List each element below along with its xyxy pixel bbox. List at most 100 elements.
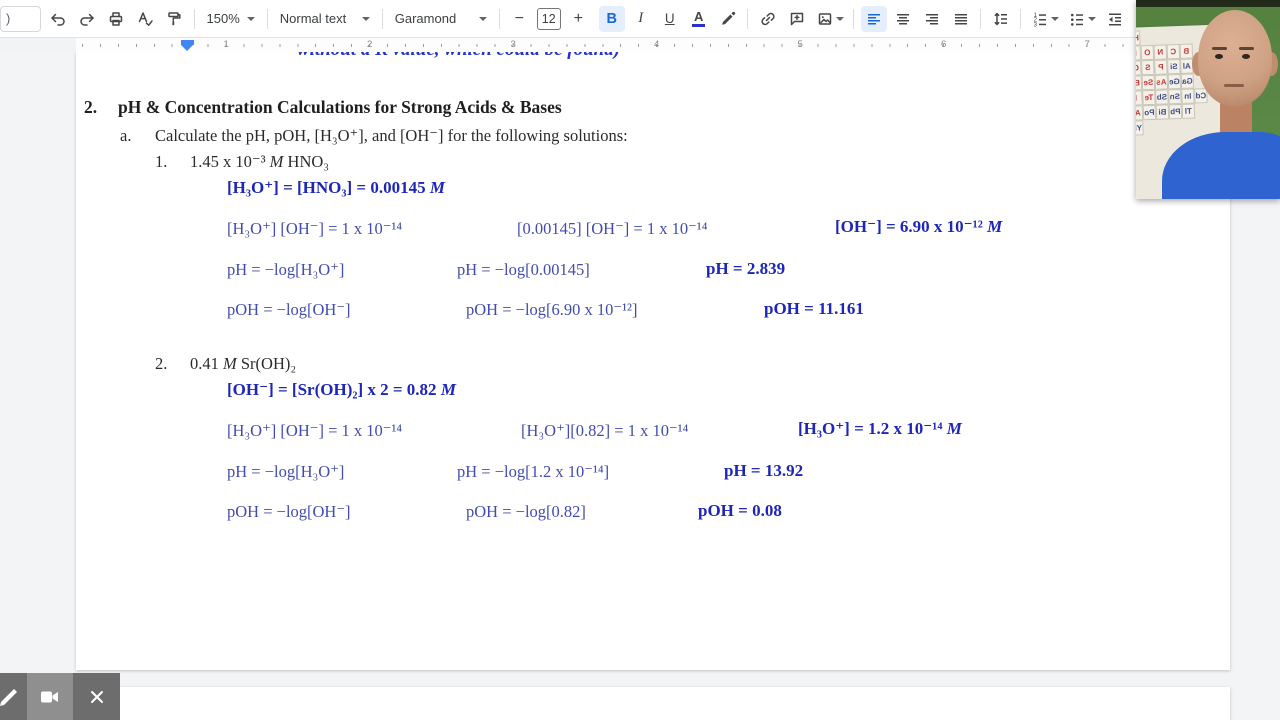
align-center-button[interactable] (890, 6, 916, 32)
doc-text-line: pOH = 11.161 (764, 299, 864, 318)
justify-button[interactable] (948, 6, 974, 32)
periodic-element-cell: Yb (1136, 120, 1144, 136)
presenter-mouth (1224, 84, 1244, 87)
divider (980, 8, 982, 29)
doc-text-line: [OH⁻] = 6.90 x 10⁻¹² M (835, 217, 1003, 236)
print-button[interactable] (103, 6, 129, 32)
paint-format-button[interactable] (161, 6, 187, 32)
insert-image-icon (818, 12, 831, 25)
periodic-element-cell: He (1136, 30, 1141, 46)
presenter-eye (1215, 54, 1223, 59)
partial-field-text: ) (6, 11, 11, 26)
periodic-element-cell: Te (1142, 89, 1156, 106)
ruler-number: 6 (941, 39, 947, 50)
periodic-element-cell: F (1136, 45, 1142, 61)
highlight-color-icon (721, 11, 735, 25)
highlight-color-button[interactable] (715, 6, 741, 32)
periodic-element-cell: At (1136, 105, 1144, 121)
periodic-element-cell: S (1141, 59, 1155, 76)
line-spacing-button[interactable] (988, 6, 1014, 32)
decrease-indent-button[interactable] (1102, 6, 1128, 32)
font-size-value: 12 (541, 11, 556, 26)
presenter-eyebrow (1239, 47, 1254, 50)
periodic-element-cell: Sn (1168, 88, 1182, 105)
ruler-ticks (82, 44, 1182, 47)
periodic-element-cell: I (1136, 90, 1143, 106)
close-recorder-button[interactable] (73, 673, 120, 720)
doc-text-line: pH = 2.839 (706, 259, 786, 278)
doc-text-line: without a K value, which could be found) (297, 52, 620, 61)
doc-text-line: [H₃O⁺][0.82] = 1 x 10⁻¹⁴ (521, 421, 689, 440)
insert-link-button[interactable] (755, 6, 781, 32)
doc-text-line: 0.41 M Sr(OH)₂ (190, 354, 297, 373)
doc-text-line: pOH = −log[OH⁻] (227, 502, 351, 521)
redo-button[interactable] (74, 6, 100, 32)
paragraph-style-select[interactable]: Normal text (273, 6, 377, 32)
webcam-overlay: HeBCNOFAlSiPSClGaGeAsSeBrCdInSnSbTeITlPb… (1136, 0, 1280, 199)
spellcheck-button[interactable] (132, 6, 158, 32)
italic-button[interactable]: I (628, 6, 654, 32)
bold-button[interactable]: B (598, 5, 625, 32)
align-left-button[interactable] (860, 5, 887, 32)
align-center-icon (896, 13, 909, 24)
periodic-element-cell: Sb (1155, 89, 1169, 105)
periodic-element-cell: Si (1167, 58, 1181, 75)
periodic-element-cell: Bi (1155, 104, 1170, 120)
underline-icon: U (664, 11, 675, 26)
font-select[interactable]: Garamond (388, 6, 494, 32)
periodic-element-cell: Br (1136, 75, 1143, 91)
doc-text-line: [0.00145] [OH⁻] = 1 x 10⁻¹⁴ (517, 219, 708, 238)
plus-icon: + (573, 9, 583, 27)
svg-text:3: 3 (1033, 22, 1037, 28)
indent-marker[interactable] (181, 40, 194, 51)
insert-image-button[interactable] (813, 6, 847, 32)
spellcheck-icon (138, 11, 153, 26)
underline-button[interactable]: U (657, 6, 683, 32)
partial-toolbar-field[interactable]: ) (0, 5, 41, 32)
periodic-element-cell: Se (1141, 74, 1156, 91)
minus-icon: − (514, 9, 524, 27)
numbered-list-icon: 123 (1033, 12, 1046, 28)
doc-text-line: 1. (155, 152, 168, 171)
undo-icon (51, 13, 65, 26)
font-size-input[interactable]: 12 (536, 7, 561, 30)
left-indent-marker[interactable] (181, 45, 193, 51)
document-page[interactable]: without a K value, which could be found)… (76, 52, 1230, 670)
pen-tool-button[interactable] (0, 673, 27, 720)
insert-link-icon (761, 12, 775, 25)
zoom-select[interactable]: 150% (200, 6, 262, 32)
chevron-down-icon (1087, 16, 1096, 21)
presenter-eye (1242, 54, 1250, 59)
decrease-indent-icon (1108, 13, 1121, 25)
doc-text-line: [H₃O⁺] = [HNO₃] = 0.00145 M (227, 178, 445, 197)
divider (193, 8, 195, 29)
undo-button[interactable] (45, 6, 71, 32)
ruler-number: 4 (654, 39, 660, 50)
chevron-down-icon (1050, 16, 1059, 21)
periodic-element-cell: Po (1142, 104, 1157, 121)
presenter-head (1198, 10, 1272, 106)
presenter-eyebrow (1212, 47, 1227, 50)
bulleted-list-button[interactable] (1065, 6, 1099, 32)
ruler-number: 1 (223, 39, 229, 50)
increase-font-size-button[interactable]: + (565, 6, 591, 32)
document-page-next[interactable] (76, 687, 1230, 720)
ruler-number: 3 (510, 39, 516, 50)
add-comment-button[interactable] (784, 6, 810, 32)
numbered-list-button[interactable]: 123 (1028, 6, 1062, 32)
paint-format-icon (168, 11, 181, 25)
doc-text-line: [H₃O⁺] [OH⁻] = 1 x 10⁻¹⁴ (227, 219, 403, 238)
doc-text-line: pH = −log[1.2 x 10⁻¹⁴] (457, 462, 610, 481)
chevron-down-icon (478, 16, 487, 21)
decrease-font-size-button[interactable]: − (506, 6, 532, 32)
divider (853, 8, 855, 29)
doc-text-line: pH = 13.92 (724, 461, 804, 480)
text-color-button[interactable]: A (686, 6, 712, 32)
align-right-button[interactable] (919, 6, 945, 32)
pen-icon (0, 688, 17, 706)
doc-text-line: [H₃O⁺] [OH⁻] = 1 x 10⁻¹⁴ (227, 421, 403, 440)
doc-text-line: pOH = −log[6.90 x 10⁻¹²] (466, 300, 638, 319)
ruler-number: 7 (1084, 39, 1090, 50)
webcam-top-shadow (1136, 0, 1280, 7)
camera-toggle-button[interactable] (27, 673, 73, 720)
